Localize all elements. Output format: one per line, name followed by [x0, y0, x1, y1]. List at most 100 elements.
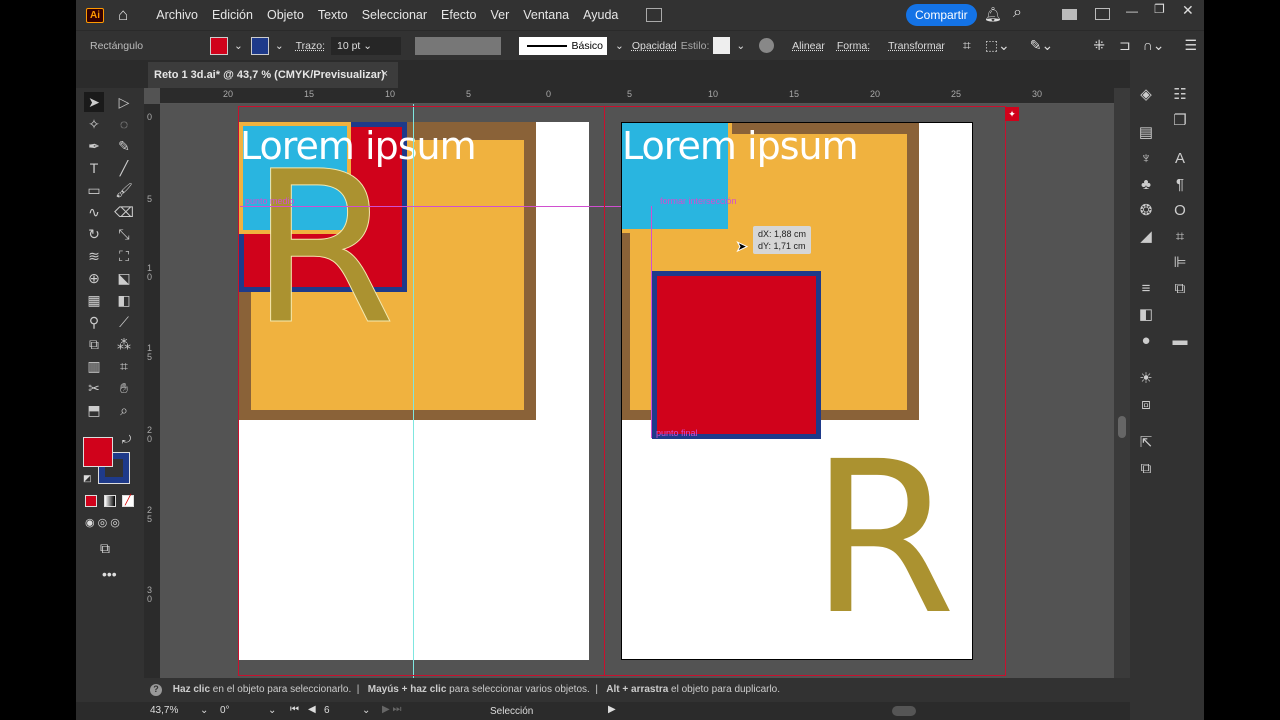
- arrange-documents-icon[interactable]: [646, 8, 663, 22]
- close-tab-icon[interactable]: ×: [382, 68, 388, 80]
- selection-tool-icon[interactable]: ➤: [84, 92, 104, 112]
- color-guide-icon[interactable]: ☀: [1134, 368, 1158, 390]
- chevron-down-icon[interactable]: ⌄: [736, 40, 745, 52]
- artboard-select[interactable]: 6 ⌄: [324, 705, 374, 716]
- gradient-mode-icon[interactable]: [104, 495, 116, 507]
- chevron-down-icon[interactable]: ⌄: [275, 40, 284, 52]
- share-button[interactable]: Compartir: [906, 4, 977, 26]
- scale-tool-icon[interactable]: ⤡: [114, 224, 134, 244]
- transparency-icon[interactable]: ●: [1134, 330, 1158, 352]
- direct-selection-tool-icon[interactable]: ▷: [114, 92, 134, 112]
- warp-tool-icon[interactable]: ≋: [84, 246, 104, 266]
- symbol-sprayer-icon[interactable]: ⁂: [114, 334, 134, 354]
- vertical-scrollbar[interactable]: [1114, 88, 1130, 678]
- rotate-tool-icon[interactable]: ↻: [84, 224, 104, 244]
- horizontal-scrollbar[interactable]: [892, 706, 916, 716]
- fill-swatch[interactable]: [210, 36, 228, 55]
- first-artboard-button[interactable]: ⏮: [290, 704, 299, 715]
- opentype-icon[interactable]: O: [1168, 200, 1192, 222]
- zoom-select[interactable]: 43,7% ⌄: [150, 705, 210, 716]
- line-tool-icon[interactable]: ╱: [114, 158, 134, 178]
- shaper-tool-icon[interactable]: ∿: [84, 202, 104, 222]
- artboard-options-icon[interactable]: ✦: [1005, 107, 1019, 121]
- artboards-icon[interactable]: ▤: [1134, 122, 1158, 144]
- graph-tool-icon[interactable]: ▥: [84, 356, 104, 376]
- menu-seleccionar[interactable]: Seleccionar: [362, 8, 427, 22]
- links-icon[interactable]: ⧈: [1134, 394, 1158, 416]
- recolor-icon[interactable]: [759, 38, 775, 53]
- graphic-styles-icon[interactable]: ❂: [1134, 200, 1158, 222]
- document-tab[interactable]: Reto 1 3d.ai* @ 43,7 % (CMYK/Previsualiz…: [148, 62, 398, 88]
- symbols-icon[interactable]: ♣: [1134, 174, 1158, 196]
- notifications-icon[interactable]: 🔔︎: [984, 6, 1002, 23]
- menu-archivo[interactable]: Archivo: [156, 8, 198, 22]
- chevron-down-icon[interactable]: ⌄: [615, 40, 624, 52]
- stroke-weight-input[interactable]: 10 pt ⌄: [331, 36, 401, 55]
- artboard-tool-icon[interactable]: ⌗: [114, 356, 134, 376]
- variable-width-profile[interactable]: [415, 36, 501, 55]
- curvature-icon[interactable]: ✎: [114, 136, 134, 156]
- eyedropper-icon[interactable]: ⚲: [84, 312, 104, 332]
- none-mode-icon[interactable]: ╱: [122, 495, 134, 507]
- stroke-swatch[interactable]: [250, 36, 269, 55]
- more-tools-icon[interactable]: •••: [102, 566, 117, 582]
- hand-tool-icon[interactable]: ✋︎: [114, 378, 134, 398]
- pathfinder-icon[interactable]: ⧉: [1168, 278, 1192, 300]
- menu-ayuda[interactable]: Ayuda: [583, 8, 618, 22]
- grid-icon[interactable]: ⁜: [1093, 37, 1105, 54]
- draw-mode-icon[interactable]: ◉ ◎ ◎: [85, 516, 120, 529]
- restore-button[interactable]: ❐: [1154, 2, 1165, 16]
- panel-icon[interactable]: [1095, 8, 1110, 20]
- screen-mode-icon[interactable]: ⧉: [100, 540, 110, 557]
- chevron-down-icon[interactable]: ⌄: [234, 40, 243, 52]
- transform-link[interactable]: Transformar: [888, 40, 945, 52]
- isolate-icon[interactable]: ⌗: [963, 37, 971, 54]
- brush-select[interactable]: Básico: [519, 36, 607, 55]
- free-transform-icon[interactable]: ⛶: [114, 246, 134, 266]
- menu-efecto[interactable]: Efecto: [441, 8, 476, 22]
- magic-wand-icon[interactable]: ✧: [84, 114, 104, 134]
- stroke-panel-icon[interactable]: ≡: [1134, 278, 1158, 300]
- pen-tool-icon[interactable]: ✒: [84, 136, 104, 156]
- minimize-button[interactable]: —: [1126, 4, 1138, 18]
- measure-icon[interactable]: ⟋: [114, 312, 134, 332]
- edit-icon[interactable]: ✎⌄: [1030, 37, 1053, 54]
- mesh-tool-icon[interactable]: ▦: [84, 290, 104, 310]
- style-swatch[interactable]: [713, 37, 731, 54]
- prev-artboard-button[interactable]: ◀: [308, 704, 316, 715]
- print-tiling-icon[interactable]: ⬒: [84, 400, 104, 420]
- search-icon[interactable]: ⌕: [1013, 4, 1022, 22]
- gradient-panel-icon[interactable]: ◧: [1134, 304, 1158, 326]
- status-menu-arrow[interactable]: ▶: [608, 704, 616, 715]
- stroke-label[interactable]: Trazo:: [296, 40, 325, 52]
- fill-color-swatch[interactable]: [83, 437, 113, 467]
- properties-icon[interactable]: ☷: [1168, 84, 1192, 106]
- paintbrush-icon[interactable]: 🖌︎: [114, 180, 134, 200]
- shape-builder-icon[interactable]: ⊕: [84, 268, 104, 288]
- character-icon[interactable]: A: [1168, 148, 1192, 170]
- appearance-icon[interactable]: ◢: [1134, 226, 1158, 248]
- live-paint-icon[interactable]: ⬕: [114, 268, 134, 288]
- letter-r[interactable]: R: [810, 434, 956, 644]
- menu-ventana[interactable]: Ventana: [523, 8, 569, 22]
- lasso-icon[interactable]: ◌: [114, 114, 134, 134]
- menu-edicion[interactable]: Edición: [212, 8, 253, 22]
- align-panel-icon[interactable]: ⊫: [1168, 252, 1192, 274]
- menu-objeto[interactable]: Objeto: [267, 8, 304, 22]
- canvas[interactable]: Lorem ipsum R punto medio ✦ Lorem ipsum …: [160, 104, 1114, 678]
- color-mode-icon[interactable]: [85, 495, 97, 507]
- paragraph-icon[interactable]: ¶: [1168, 174, 1192, 196]
- menu-texto[interactable]: Texto: [318, 8, 348, 22]
- menu-ver[interactable]: Ver: [490, 8, 509, 22]
- menu-icon[interactable]: ☰: [1185, 37, 1198, 54]
- transform-panel-icon[interactable]: ⌗: [1168, 226, 1192, 248]
- swap-colors-icon[interactable]: ⤾: [122, 434, 131, 447]
- export-icon[interactable]: ⇱: [1134, 432, 1158, 454]
- blend-tool-icon[interactable]: ⧉: [84, 334, 104, 354]
- eraser-icon[interactable]: ⌫: [114, 202, 134, 222]
- snap-icon[interactable]: ⊐: [1119, 37, 1131, 54]
- swatches-icon[interactable]: ▬: [1168, 330, 1192, 352]
- heading-text[interactable]: Lorem ipsum: [622, 124, 859, 168]
- opacity-link[interactable]: Opacidad: [632, 40, 677, 52]
- libraries-icon[interactable]: ❐: [1168, 110, 1192, 132]
